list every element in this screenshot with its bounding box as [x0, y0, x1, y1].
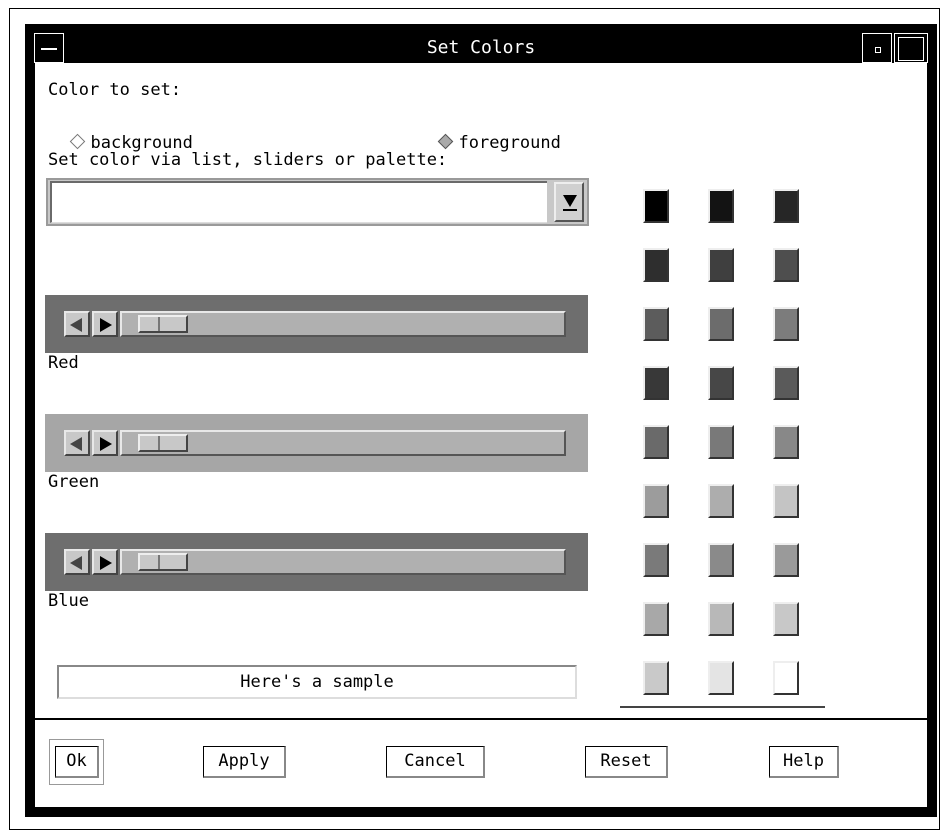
- palette-swatch[interactable]: [708, 366, 734, 400]
- slider-increment-button[interactable]: [92, 311, 118, 337]
- dropdown-underline-icon: [563, 209, 577, 211]
- slider-decrement-button[interactable]: [64, 430, 90, 456]
- button-separator: [34, 718, 928, 720]
- slider-thumb[interactable]: [138, 315, 188, 333]
- radio-foreground-label: foreground: [458, 133, 561, 153]
- palette-swatch[interactable]: [773, 307, 799, 341]
- color-list-dropdown-button[interactable]: [554, 182, 584, 222]
- slider-label: Red: [48, 353, 79, 373]
- slider-thumb[interactable]: [138, 434, 188, 452]
- sample-text-box: Here's a sample: [57, 665, 577, 699]
- slider-increment-button[interactable]: [92, 430, 118, 456]
- slider-label: Blue: [48, 591, 89, 611]
- palette-swatch[interactable]: [773, 484, 799, 518]
- minimize-button[interactable]: [862, 33, 892, 63]
- palette-swatch[interactable]: [643, 248, 669, 282]
- minimize-icon: [875, 47, 881, 53]
- maximize-button[interactable]: [894, 33, 928, 63]
- dropdown-arrow-icon: [563, 195, 577, 207]
- palette-swatch[interactable]: [708, 661, 734, 695]
- thumb-divider: [158, 555, 160, 569]
- help-button[interactable]: Help: [769, 746, 839, 778]
- cancel-button[interactable]: Cancel: [386, 746, 485, 778]
- palette-swatch[interactable]: [643, 602, 669, 636]
- slider-decrement-button[interactable]: [64, 549, 90, 575]
- palette-swatch[interactable]: [643, 425, 669, 459]
- palette-swatch[interactable]: [643, 661, 669, 695]
- set-color-via-label: Set color via list, sliders or palette:: [48, 150, 448, 170]
- palette-swatch[interactable]: [643, 189, 669, 223]
- right-arrow-icon: [100, 556, 112, 570]
- color-list-field[interactable]: [50, 181, 547, 223]
- slider-label: Green: [48, 472, 100, 492]
- maximize-icon: [898, 37, 924, 61]
- slider-increment-button[interactable]: [92, 549, 118, 575]
- window-title: Set Colors: [426, 37, 536, 58]
- thumb-divider: [158, 317, 160, 331]
- slider-thumb[interactable]: [138, 553, 188, 571]
- palette-underline: [620, 706, 825, 708]
- slider-decrement-button[interactable]: [64, 311, 90, 337]
- right-arrow-icon: [100, 437, 112, 451]
- palette-swatch[interactable]: [773, 602, 799, 636]
- palette-swatch[interactable]: [773, 543, 799, 577]
- radio-background[interactable]: background: [52, 113, 193, 153]
- palette-swatch[interactable]: [643, 307, 669, 341]
- palette-swatch[interactable]: [773, 189, 799, 223]
- palette-swatch[interactable]: [708, 425, 734, 459]
- radio-foreground[interactable]: foreground: [420, 113, 561, 153]
- apply-button[interactable]: Apply: [203, 746, 286, 778]
- palette-swatch[interactable]: [708, 602, 734, 636]
- left-arrow-icon: [70, 318, 82, 332]
- palette-swatch[interactable]: [708, 484, 734, 518]
- palette-swatch[interactable]: [708, 248, 734, 282]
- window-menu-button[interactable]: [34, 33, 64, 63]
- left-arrow-icon: [70, 556, 82, 570]
- color-to-set-label: Color to set:: [48, 80, 182, 100]
- palette-swatch[interactable]: [773, 661, 799, 695]
- palette-swatch[interactable]: [773, 248, 799, 282]
- right-arrow-icon: [100, 318, 112, 332]
- palette-swatch[interactable]: [643, 366, 669, 400]
- ok-button[interactable]: Ok: [55, 746, 99, 778]
- menu-bar-icon: [41, 48, 57, 50]
- palette-swatch[interactable]: [708, 189, 734, 223]
- radio-diamond-icon: [70, 133, 86, 150]
- palette-swatch[interactable]: [773, 366, 799, 400]
- left-arrow-icon: [70, 437, 82, 451]
- reset-button[interactable]: Reset: [585, 746, 668, 778]
- radio-diamond-selected-icon: [438, 133, 454, 150]
- thumb-divider: [158, 436, 160, 450]
- palette-swatch[interactable]: [643, 484, 669, 518]
- palette-swatch[interactable]: [773, 425, 799, 459]
- palette-swatch[interactable]: [708, 543, 734, 577]
- palette-swatch[interactable]: [708, 307, 734, 341]
- palette-swatch[interactable]: [643, 543, 669, 577]
